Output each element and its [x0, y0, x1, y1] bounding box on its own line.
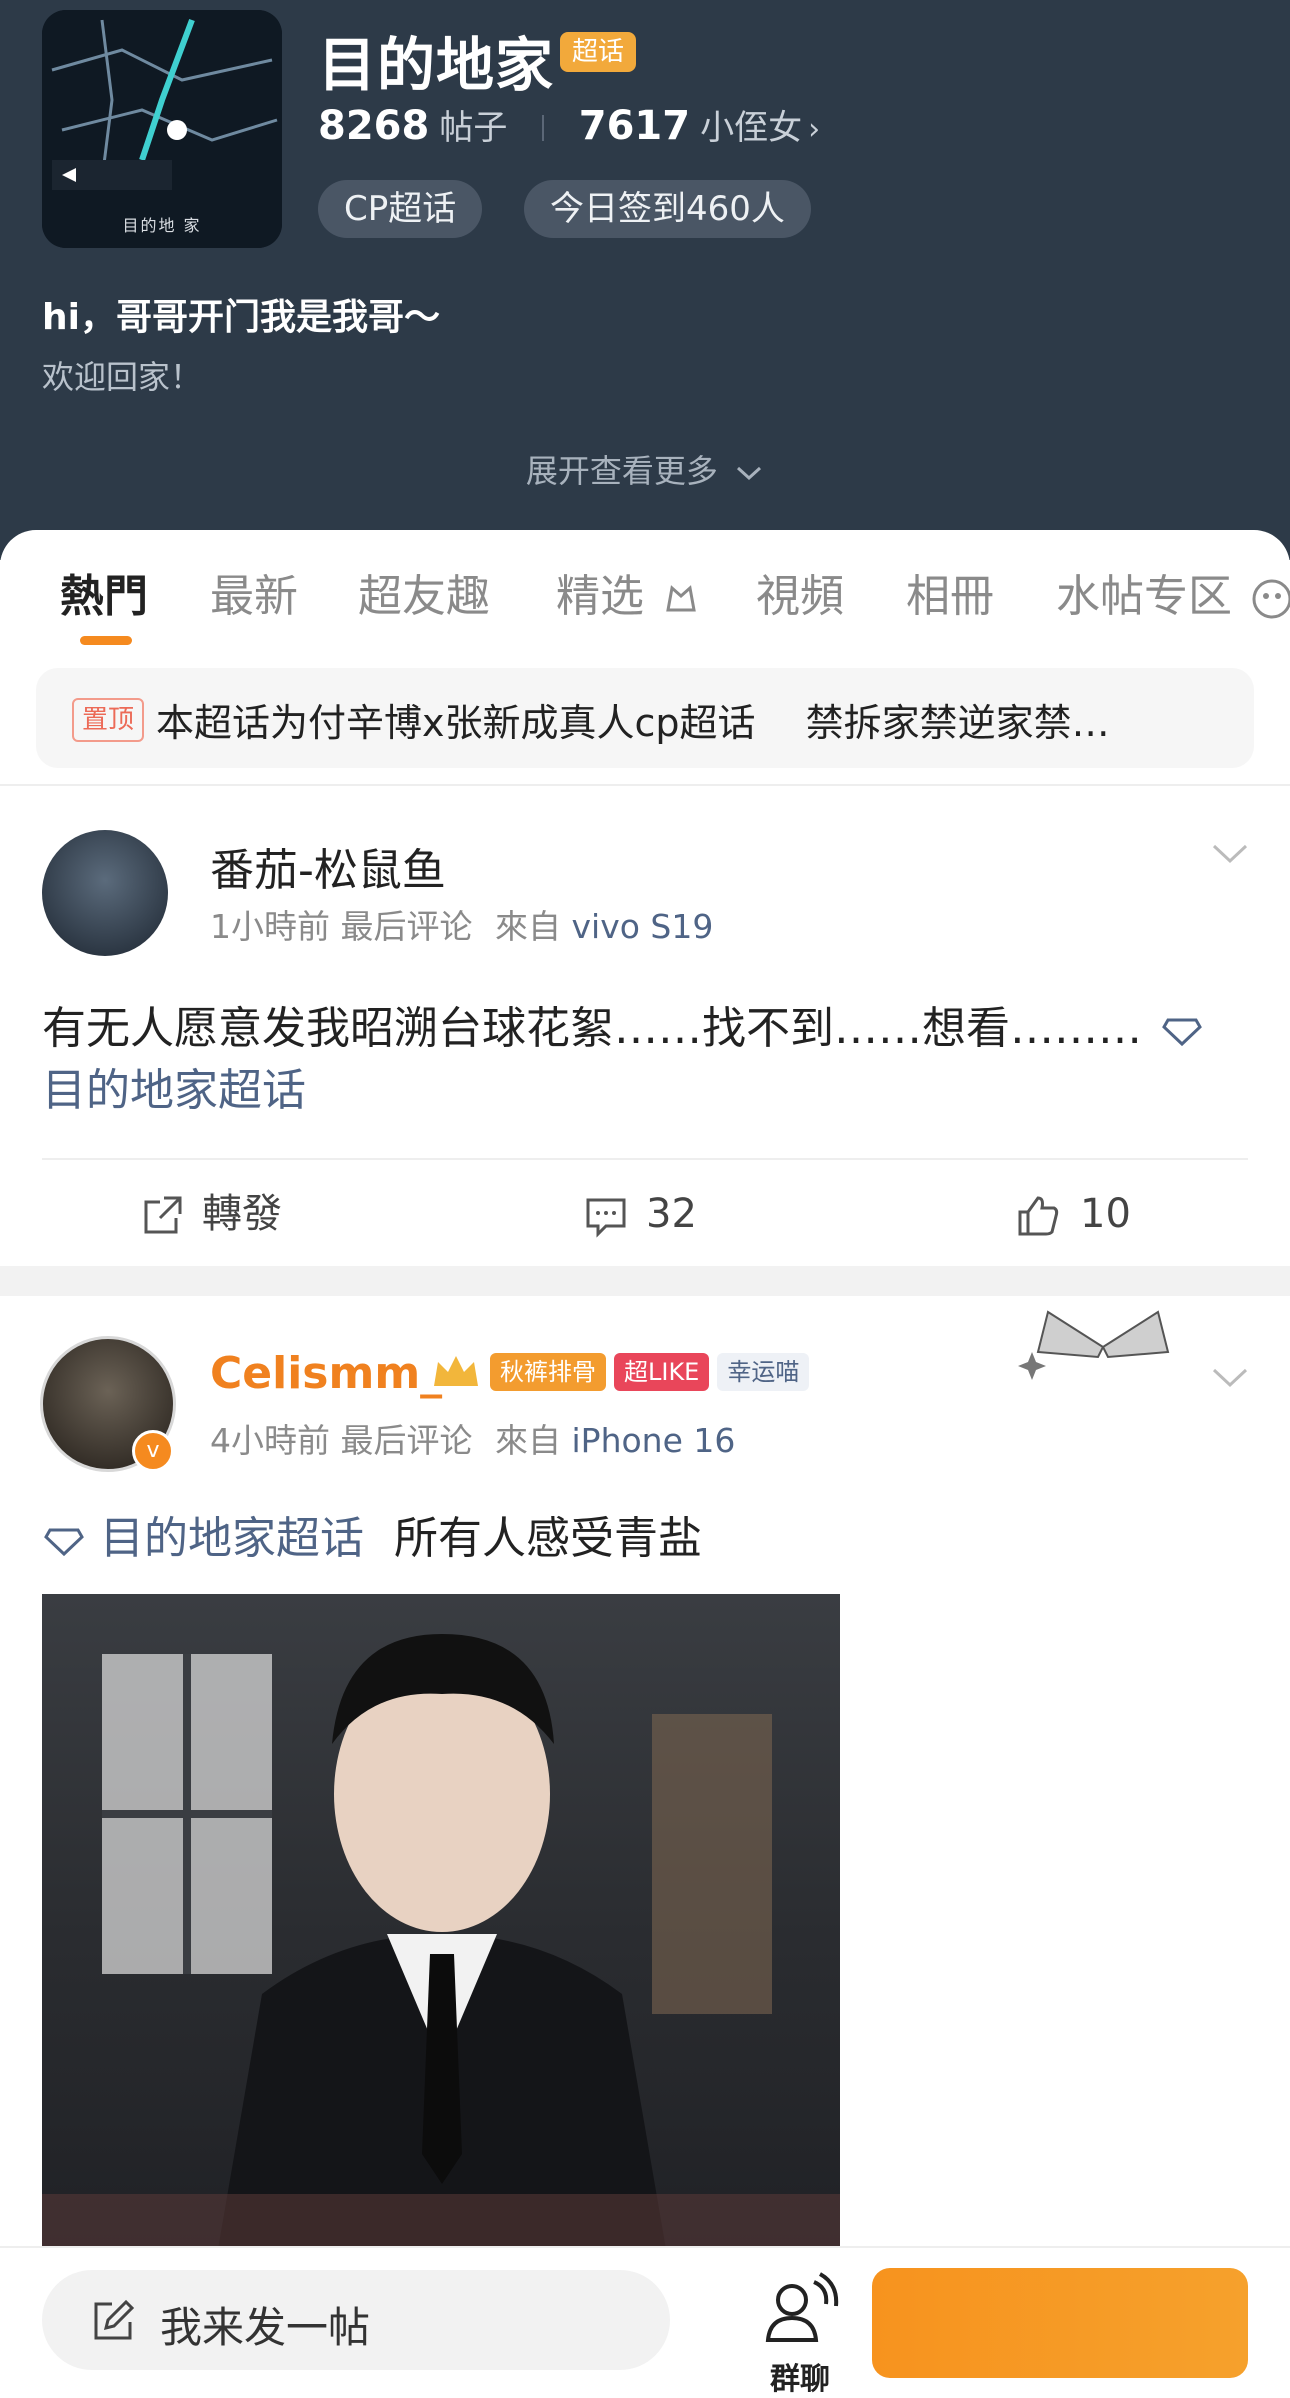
topic-diamond-icon [44, 1528, 84, 1557]
topic-diamond-icon [1162, 1018, 1202, 1047]
topic-description-line1: hi，哥哥开门我是我哥～ [42, 297, 440, 338]
topic-description-line2: 欢迎回家！ [42, 358, 203, 396]
share-icon [144, 1196, 182, 1234]
fans-unit: 小侄女 [700, 108, 803, 148]
group-chat-label: 群聊 [770, 2362, 830, 2397]
join-topic-button[interactable] [872, 2268, 1248, 2378]
butterfly-decoration-icon [1018, 1310, 1170, 1380]
tab-videos[interactable]: 視頻 [756, 560, 844, 624]
crown-icon [434, 1356, 478, 1386]
portrait-photo [42, 1634, 840, 2284]
post-body: 有无人愿意发我昭溯台球花絮……找不到……想看……… [42, 992, 1204, 1056]
compose-post-button[interactable]: 我来发一帖 [42, 2270, 670, 2370]
group-chat-button[interactable]: 群聊 [740, 2266, 860, 2397]
group-chat-icon [765, 2272, 839, 2342]
tag-checkin-count[interactable]: 今日签到460人 [524, 180, 811, 238]
post-text: 有无人愿意发我昭溯台球花絮……找不到……想看……… [42, 1003, 1142, 1054]
tab-hot[interactable]: 熱門 [60, 560, 148, 624]
post-username[interactable]: Celismm_ [210, 1348, 442, 1399]
posts-unit: 帖子 [439, 108, 508, 148]
post-last-comment: 最后评论 [340, 1421, 473, 1460]
user-badges: 秋裤排骨 超LIKE 幸运喵 [430, 1352, 810, 1392]
emoji-face-icon [1252, 579, 1290, 619]
post-from-label: 來自 [495, 907, 561, 946]
post-username[interactable]: 番茄-松鼠鱼 [210, 834, 446, 898]
repost-button[interactable]: 轉發 [140, 1164, 282, 1264]
tab-fun[interactable]: 超友趣 [358, 560, 490, 624]
divider [0, 784, 1290, 786]
post-actions: 轉發 32 10 [0, 1164, 1290, 1264]
post-meta: 1小時前 最后评论 來自 vivo S19 [210, 900, 713, 948]
post-topic-link[interactable]: 目的地家超话 [100, 1513, 364, 1564]
fans-link[interactable]: 7617 小侄女 › [579, 103, 820, 149]
topic-header: 目的地 家 目的地家 超话 8268 帖子 7617 小侄女 › CP超话 今日签到4… [0, 0, 1290, 560]
verified-icon: v [132, 1430, 174, 1472]
posts-count: 8268 [318, 103, 430, 149]
active-tab-indicator [80, 636, 132, 645]
tab-water-posts-label: 水帖专区 [1056, 571, 1232, 622]
divider [42, 1158, 1248, 1160]
chevron-right-icon: › [808, 112, 821, 147]
post-separator [0, 1266, 1290, 1296]
post-time: 1小時前 [210, 907, 330, 946]
cover-caption: 目的地 家 [122, 216, 202, 235]
lucky-cat-badge: 幸运喵 [717, 1353, 810, 1391]
comment-button[interactable]: 32 [584, 1164, 697, 1264]
pinned-notice[interactable]: 置顶 本超话为付辛博x张新成真人cp超话 禁拆家禁逆家禁… [36, 668, 1254, 768]
stats-divider [542, 115, 545, 141]
post-device: iPhone 16 [571, 1421, 736, 1460]
expand-more-button[interactable]: 展开查看更多 [0, 446, 1290, 492]
topic-stats: 8268 帖子 7617 小侄女 › [318, 98, 820, 154]
super-topic-badge: 超话 [560, 32, 637, 72]
like-count: 10 [1080, 1191, 1131, 1237]
repost-label: 轉發 [202, 1191, 282, 1237]
like-button[interactable]: 10 [1014, 1164, 1131, 1264]
compose-label: 我来发一帖 [160, 2303, 371, 2352]
tag-cp-topic[interactable]: CP超话 [318, 180, 483, 238]
post-from-label: 來自 [495, 1421, 561, 1460]
topic-cover-image[interactable]: 目的地 家 [42, 10, 282, 248]
tab-albums[interactable]: 相冊 [906, 560, 994, 624]
user-avatar[interactable] [42, 830, 168, 956]
tab-latest[interactable]: 最新 [210, 560, 298, 624]
post-body: 目的地家超话 所有人感受青盐 [42, 1502, 702, 1566]
chevron-down-icon[interactable] [1210, 842, 1250, 866]
chevron-down-icon [737, 466, 762, 481]
expand-more-label: 展开查看更多 [525, 452, 718, 490]
comment-count: 32 [646, 1191, 697, 1237]
tab-water-posts[interactable]: 水帖专区 [1056, 560, 1290, 624]
pinned-text: 本超话为付辛博x张新成真人cp超话 禁拆家禁逆家禁… [156, 701, 1110, 745]
post-time: 4小時前 [210, 1421, 330, 1460]
post-topic-link[interactable]: 目的地家超话 [42, 1054, 306, 1118]
post-meta: 4小時前 最后评论 來自 iPhone 16 [210, 1414, 735, 1462]
comment-icon [586, 1198, 626, 1238]
feed-tabs: 熱門 最新 超友趣 精选 視頻 相冊 水帖专区 [0, 560, 1290, 640]
cat-paw-icon [666, 585, 696, 612]
edit-icon [94, 2299, 135, 2340]
pinned-badge: 置顶 [72, 698, 145, 742]
bottom-action-bar: 我来发一帖 群聊 [0, 2246, 1290, 2397]
tab-featured-label: 精选 [556, 571, 644, 622]
thumbs-up-icon [1018, 1196, 1059, 1236]
topic-title: 目的地家 [318, 31, 555, 99]
fans-count: 7617 [578, 103, 691, 149]
super-like-badge: 超LIKE [614, 1353, 710, 1391]
post-image[interactable] [42, 1594, 840, 2284]
chevron-down-icon[interactable] [1210, 1366, 1250, 1390]
post-text: 所有人感受青盐 [394, 1513, 702, 1564]
tab-featured[interactable]: 精选 [556, 560, 700, 624]
post-device: vivo S19 [571, 907, 714, 946]
post-last-comment: 最后评论 [340, 907, 473, 946]
fan-level-badge: 秋裤排骨 [490, 1353, 606, 1391]
